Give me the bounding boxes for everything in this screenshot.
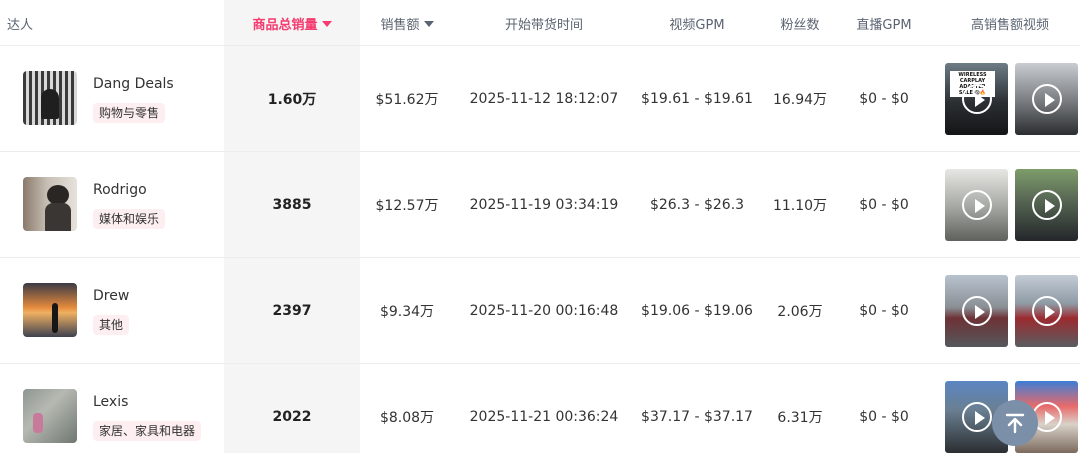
header-total-sales[interactable]: 商品总销量 — [224, 0, 360, 46]
revenue-value: $8.08万 — [379, 409, 435, 426]
header-top-videos: 高销售额视频 — [970, 17, 1049, 33]
table-header: 达人 商品总销量 销售额 开始带货时间 视频GPM 粉丝数 直播GPM 高销售额… — [0, 0, 1080, 46]
live-gpm-value: $0 - $0 — [859, 90, 909, 107]
category-tag: 家居、家具和电器 — [93, 421, 202, 441]
influencer-name[interactable]: Lexis — [93, 394, 128, 410]
back-to-top-button[interactable] — [992, 400, 1038, 446]
header-live-gpm: 直播GPM — [856, 17, 912, 33]
followers-value: 11.10万 — [772, 197, 828, 214]
play-icon — [1031, 296, 1062, 326]
followers-value: 2.06万 — [777, 303, 823, 320]
table-row[interactable]: Rodrigo 媒体和娱乐 3885 $12.57万 2025-11-19 03… — [0, 152, 1080, 258]
play-icon — [961, 84, 992, 114]
video-thumbnail[interactable] — [945, 275, 1008, 347]
video-gpm-value: $19.06 - $19.06 — [641, 302, 753, 319]
followers-value: 6.31万 — [777, 409, 823, 426]
start-time-value: 2025-11-12 18:12:07 — [469, 90, 619, 107]
table-row[interactable]: Drew 其他 2397 $9.34万 2025-11-20 00:16:48 … — [0, 258, 1080, 364]
table-row[interactable]: Dang Deals 购物与零售 1.60万 $51.62万 2025-11-1… — [0, 46, 1080, 152]
revenue-value: $9.34万 — [379, 303, 435, 320]
avatar[interactable] — [23, 389, 77, 443]
live-gpm-value: $0 - $0 — [859, 196, 909, 213]
revenue-value: $51.62万 — [375, 91, 439, 108]
video-thumbnail[interactable] — [1015, 169, 1078, 241]
avatar[interactable] — [23, 283, 77, 337]
start-time-value: 2025-11-20 00:16:48 — [469, 302, 619, 319]
avatar[interactable] — [23, 177, 77, 231]
play-icon — [1031, 84, 1062, 114]
category-tag: 媒体和娱乐 — [93, 209, 166, 229]
video-thumbnail[interactable] — [1015, 275, 1078, 347]
total-sales-value: 1.60万 — [267, 91, 317, 108]
video-gpm-value: $19.61 - $19.61 — [641, 90, 753, 107]
influencer-name[interactable]: Drew — [93, 288, 129, 304]
start-time-value: 2025-11-19 03:34:19 — [469, 196, 619, 213]
header-start-time: 开始带货时间 — [504, 17, 583, 33]
influencer-table: 达人 商品总销量 销售额 开始带货时间 视频GPM 粉丝数 直播GPM 高销售额… — [0, 0, 1080, 453]
video-thumbnail[interactable]: WIRELESS CARPLAY ADAPTER SALE 😱🔥 — [945, 63, 1008, 135]
avatar[interactable] — [23, 71, 77, 125]
video-gpm-value: $26.3 - $26.3 — [649, 196, 745, 213]
play-icon — [961, 402, 992, 432]
live-gpm-value: $0 - $0 — [859, 302, 909, 319]
category-tag: 其他 — [93, 315, 130, 335]
play-icon — [961, 296, 992, 326]
video-thumbnail[interactable] — [945, 169, 1008, 241]
play-icon — [961, 190, 992, 220]
video-thumbnail[interactable] — [1015, 63, 1078, 135]
caret-down-icon — [423, 21, 434, 27]
total-sales-value: 2397 — [272, 302, 312, 319]
header-revenue[interactable]: 销售额 — [360, 0, 454, 46]
table-row[interactable]: Lexis 家居、家具和电器 2022 $8.08万 2025-11-21 00… — [0, 364, 1080, 453]
header-video-gpm: 视频GPM — [669, 17, 725, 33]
live-gpm-value: $0 - $0 — [859, 408, 909, 425]
revenue-value: $12.57万 — [375, 197, 439, 214]
influencer-name[interactable]: Rodrigo — [93, 182, 147, 198]
followers-value: 16.94万 — [772, 91, 828, 108]
arrow-up-icon — [1005, 413, 1025, 434]
caret-down-icon — [321, 21, 332, 27]
video-gpm-value: $37.17 - $37.17 — [641, 408, 753, 425]
total-sales-value: 3885 — [272, 196, 312, 213]
total-sales-value: 2022 — [272, 408, 312, 425]
play-icon — [1031, 190, 1062, 220]
header-influencer: 达人 — [6, 17, 33, 33]
header-followers: 粉丝数 — [780, 17, 820, 33]
start-time-value: 2025-11-21 00:36:24 — [469, 408, 619, 425]
category-tag: 购物与零售 — [93, 103, 166, 123]
influencer-name[interactable]: Dang Deals — [93, 76, 174, 92]
